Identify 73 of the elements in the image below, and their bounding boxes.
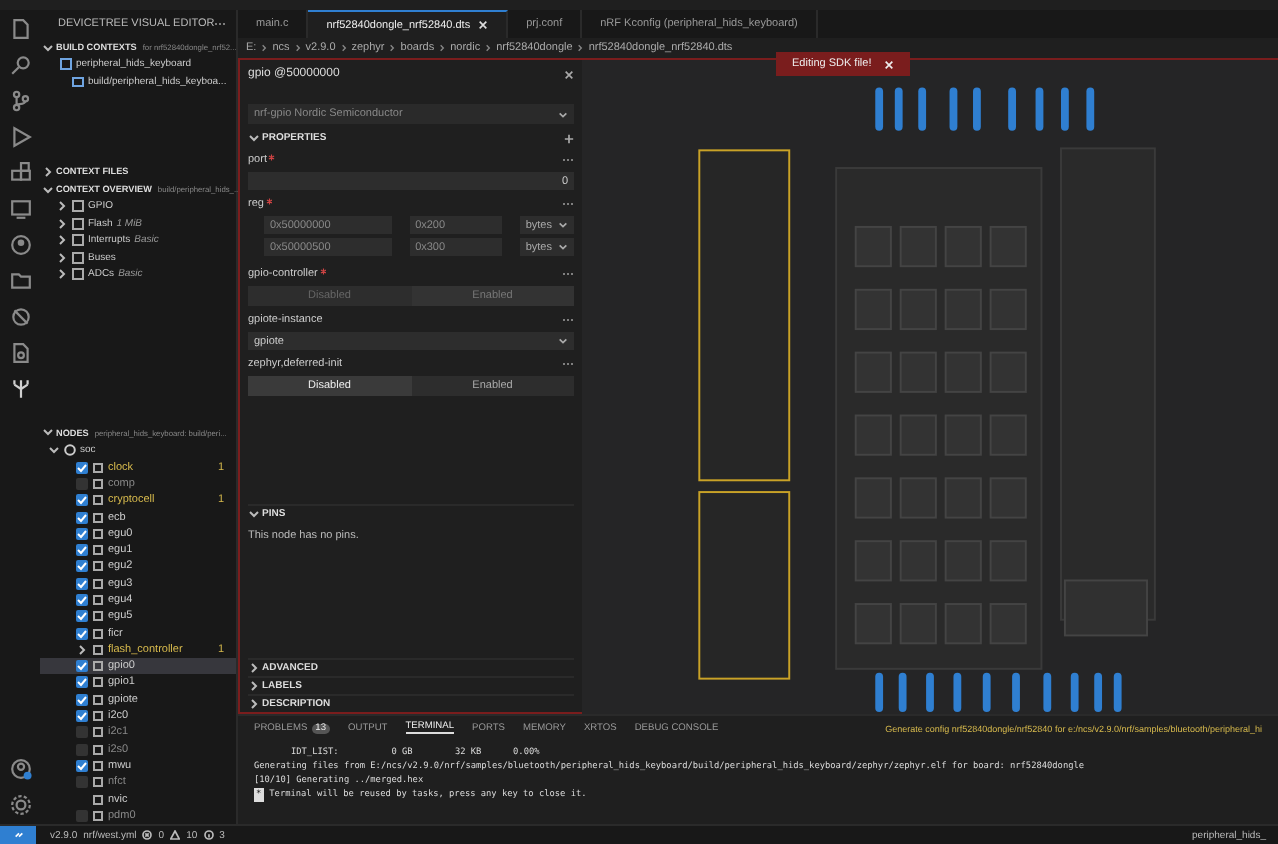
node-icon [92, 676, 104, 689]
caret-icon [558, 220, 568, 230]
node-icon [92, 710, 104, 723]
node-icon [92, 627, 104, 640]
node-icon [92, 726, 104, 739]
checkbox[interactable] [76, 577, 88, 590]
required-icon [319, 268, 327, 275]
circle-icon[interactable] [9, 234, 31, 256]
folder-icon[interactable] [9, 270, 31, 292]
checkbox[interactable] [76, 743, 88, 756]
checkbox[interactable] [76, 660, 88, 673]
required-icon [265, 198, 273, 205]
remote-icon [13, 830, 23, 840]
node-icon [92, 759, 104, 772]
search-icon[interactable] [9, 54, 31, 76]
monitor-icon[interactable] [9, 198, 31, 220]
checkbox[interactable] [76, 776, 88, 789]
run-debug-icon[interactable] [9, 126, 31, 148]
caret-icon [558, 242, 568, 252]
checkbox[interactable] [76, 710, 88, 723]
node-icon [92, 461, 104, 474]
extensions-icon[interactable] [9, 162, 31, 184]
checkbox[interactable] [76, 544, 88, 557]
checkbox[interactable] [76, 560, 88, 573]
settings-icon[interactable] [9, 794, 31, 816]
window-icon [60, 58, 72, 71]
node-icon [92, 793, 104, 806]
error-icon[interactable] [142, 830, 153, 840]
checkbox[interactable] [76, 610, 88, 623]
node-icon [92, 776, 104, 789]
close-icon[interactable] [564, 69, 574, 79]
checkbox[interactable] [76, 494, 88, 507]
account-icon[interactable] [9, 758, 31, 780]
checkbox[interactable] [76, 676, 88, 689]
warning-icon[interactable] [170, 830, 181, 840]
chevron-icon [248, 132, 260, 144]
node-icon [92, 693, 104, 706]
checkbox[interactable] [76, 477, 88, 490]
node-icon [92, 809, 104, 822]
node-icon [92, 577, 104, 590]
node-icon [92, 593, 104, 606]
checkbox[interactable] [76, 461, 88, 474]
files-icon[interactable] [9, 18, 31, 40]
node-icon [92, 477, 104, 490]
node-icon [92, 660, 104, 673]
folder-icon [72, 75, 84, 88]
checkbox[interactable] [76, 693, 88, 706]
checkbox[interactable] [76, 527, 88, 540]
node-icon [92, 643, 104, 656]
required-icon [268, 154, 276, 161]
node-icon [92, 527, 104, 540]
node-icon [92, 560, 104, 573]
checkbox[interactable] [76, 511, 88, 523]
info-icon[interactable] [203, 830, 214, 840]
tree-icon[interactable] [9, 378, 31, 400]
node-icon [92, 511, 104, 523]
node-icon [92, 494, 104, 507]
chevron-icon[interactable] [76, 643, 88, 656]
checkbox[interactable] [76, 593, 88, 606]
add-icon[interactable] [564, 133, 574, 143]
node-icon [92, 544, 104, 557]
circle-icon [64, 444, 76, 457]
checkbox[interactable] [76, 627, 88, 640]
node-icon [92, 743, 104, 756]
caret-icon [558, 336, 568, 346]
document-icon[interactable] [9, 342, 31, 364]
checkbox[interactable] [76, 759, 88, 772]
checkbox[interactable] [76, 809, 88, 822]
chevron-icon [248, 508, 260, 520]
caret-icon [558, 109, 568, 119]
source-control-icon[interactable] [9, 90, 31, 112]
node-icon [92, 610, 104, 623]
checkbox[interactable] [76, 726, 88, 739]
